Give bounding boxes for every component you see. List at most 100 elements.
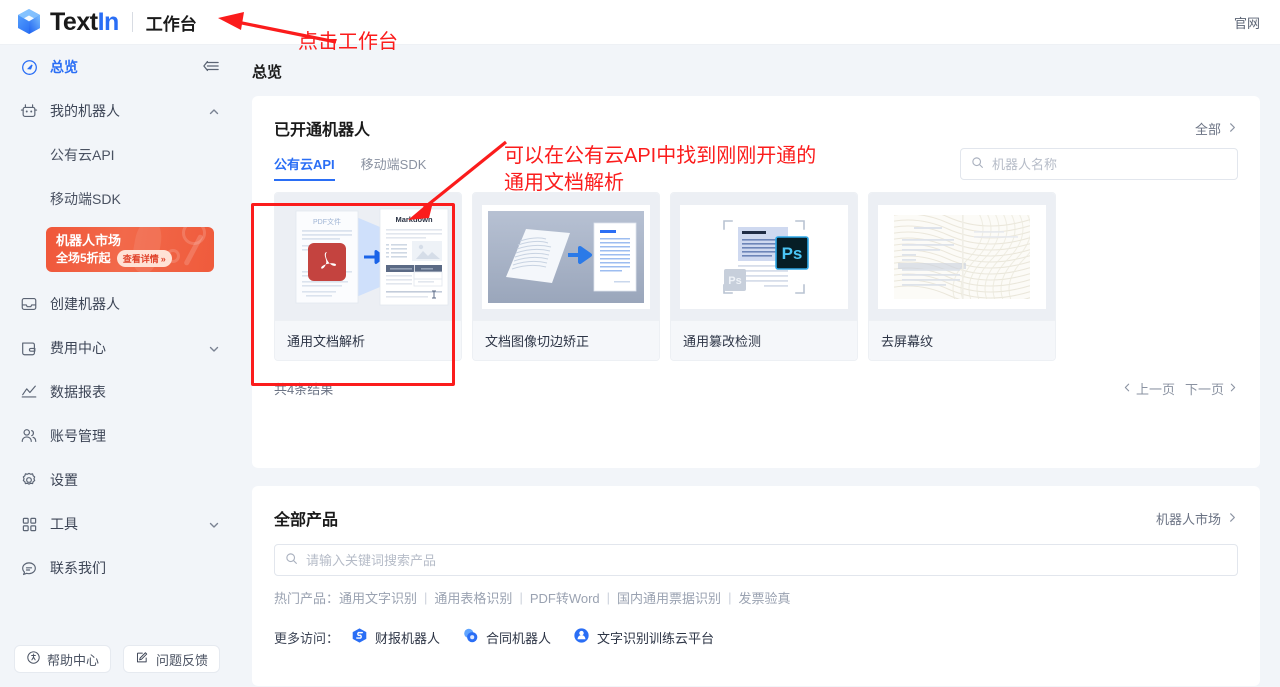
robot-card-tamper-detect[interactable]: Ps Ps 通用篡改检测 bbox=[670, 192, 858, 361]
sidebar-item-data-report[interactable]: 数据报表 bbox=[0, 370, 236, 414]
hot-products-row: 热门产品： 通用文字识别 | 通用表格识别 | PDF转Word | 国内通用票… bbox=[252, 576, 1260, 607]
sidebar-subitem-public-cloud-api[interactable]: 公有云API bbox=[0, 133, 236, 177]
sidebar-item-overview[interactable]: 总览 bbox=[0, 45, 236, 89]
sidebar-item-account-management[interactable]: 账号管理 bbox=[0, 414, 236, 458]
wallet-icon bbox=[20, 339, 38, 357]
sidebar-item-contact-us[interactable]: 联系我们 bbox=[0, 546, 236, 590]
robot-cards-list: PDF文件 Markdown 通用文档解析 文档图像切边矫正 Ps Ps 通用篡… bbox=[252, 181, 1260, 361]
finance-robot-icon bbox=[351, 627, 368, 647]
robot-card-label: 通用篡改检测 bbox=[671, 320, 857, 360]
gear-icon bbox=[20, 471, 38, 489]
promo-pill-label: 查看详情 bbox=[122, 254, 159, 264]
more-link-ocr-cloud-platform[interactable]: 文字识别训练云平台 bbox=[573, 627, 714, 647]
svg-text:Ps: Ps bbox=[728, 275, 741, 287]
sidebar-footer: 帮助中心 问题反馈 bbox=[0, 645, 236, 687]
more-link-label: 文字识别训练云平台 bbox=[597, 630, 715, 646]
prev-page-button[interactable]: 上一页 bbox=[1122, 379, 1175, 398]
robot-card-moire-removal[interactable]: 去屏幕纹 bbox=[868, 192, 1056, 361]
separator: | bbox=[728, 590, 732, 605]
sidebar-item-label: 我的机器人 bbox=[50, 103, 120, 119]
more-link-finance-robot[interactable]: 财报机器人 bbox=[351, 627, 440, 647]
chevron-right-icon bbox=[1227, 511, 1238, 526]
promo-line2: 全场5折起 bbox=[56, 251, 111, 265]
sidebar-item-billing-center[interactable]: 费用中心 bbox=[0, 326, 236, 370]
sidebar-subitem-mobile-sdk[interactable]: 移动端SDK bbox=[0, 177, 236, 221]
hot-product-link[interactable]: 通用文字识别 bbox=[339, 588, 417, 607]
promo-line1: 机器人市场 bbox=[56, 233, 122, 248]
more-link-label: 合同机器人 bbox=[486, 630, 552, 646]
brand-text-part2: In bbox=[97, 7, 120, 36]
robot-search-box[interactable] bbox=[960, 148, 1238, 180]
chevron-right-icon bbox=[1228, 381, 1238, 396]
moire-removal-thumb bbox=[869, 193, 1055, 320]
result-count: 共4条结果 bbox=[274, 382, 334, 397]
robot-market-label: 机器人市场 bbox=[1155, 511, 1221, 527]
search-icon bbox=[285, 552, 298, 568]
robot-card-label: 文档图像切边矫正 bbox=[473, 320, 659, 360]
sidebar-group-my-robots[interactable]: 我的机器人 bbox=[0, 89, 236, 133]
grid-icon bbox=[20, 515, 38, 533]
tab-public-cloud-api[interactable]: 公有云API bbox=[274, 154, 335, 181]
sidebar-item-tools[interactable]: 工具 bbox=[0, 502, 236, 546]
prev-page-label: 上一页 bbox=[1135, 382, 1175, 397]
sidebar: 总览 我的机器人 公有云API 移动端SDK 机器人市场 全场5折起 查看详情 … bbox=[0, 45, 236, 687]
robot-market-link[interactable]: 机器人市场 bbox=[1156, 509, 1238, 528]
chevron-up-icon bbox=[208, 105, 220, 117]
feedback-button[interactable]: 问题反馈 bbox=[123, 645, 221, 673]
product-search-box[interactable] bbox=[274, 544, 1238, 576]
all-products-panel: 全部产品 机器人市场 热门产品： 通用文字识别 | 通用表格识别 | PDF转W… bbox=[252, 486, 1260, 686]
hot-product-link[interactable]: 发票验真 bbox=[738, 588, 790, 607]
chevron-down-icon bbox=[208, 518, 220, 530]
promo-banner-robot-market[interactable]: 机器人市场 全场5折起 查看详情 » bbox=[46, 227, 214, 272]
main-content: 总览 已开通机器人 全部 公有云API 移动端SDK 机器人名称 PDF文件 M… bbox=[236, 45, 1280, 687]
divider bbox=[131, 12, 133, 32]
official-site-link[interactable]: 官网 bbox=[1234, 13, 1260, 32]
search-icon bbox=[971, 156, 984, 172]
more-visits-row: 更多访问： 财报机器人 合同机器人 文字识别训练云平台 bbox=[252, 607, 1260, 669]
hot-product-link[interactable]: 国内通用票据识别 bbox=[617, 588, 721, 607]
more-visits-label: 更多访问： bbox=[274, 630, 340, 646]
collapse-panel-icon[interactable] bbox=[202, 58, 220, 77]
inbox-icon bbox=[20, 295, 38, 313]
product-search-input[interactable] bbox=[306, 552, 1227, 568]
tab-mobile-sdk[interactable]: 移动端SDK bbox=[361, 154, 427, 181]
promo-detail-button[interactable]: 查看详情 » bbox=[116, 250, 172, 267]
view-all-link[interactable]: 全部 bbox=[1195, 119, 1238, 138]
robot-card-dewarp[interactable]: 文档图像切边矫正 bbox=[472, 192, 660, 361]
sidebar-item-label: 数据报表 bbox=[50, 384, 106, 400]
robot-card-document-parse[interactable]: PDF文件 Markdown 通用文档解析 bbox=[274, 192, 462, 361]
sidebar-item-label: 总览 bbox=[50, 59, 78, 75]
separator: | bbox=[424, 590, 428, 605]
next-page-button[interactable]: 下一页 bbox=[1185, 379, 1238, 398]
svg-text:PDF文件: PDF文件 bbox=[313, 217, 341, 226]
hot-product-link[interactable]: PDF转Word bbox=[530, 588, 600, 607]
more-link-label: 财报机器人 bbox=[375, 630, 441, 646]
page-title: 总览 bbox=[252, 64, 283, 81]
sidebar-subitem-label: 移动端SDK bbox=[50, 191, 121, 207]
chat-icon bbox=[20, 559, 38, 577]
more-link-contract-robot[interactable]: 合同机器人 bbox=[462, 627, 551, 647]
sidebar-item-create-robot[interactable]: 创建机器人 bbox=[0, 282, 236, 326]
hot-product-link[interactable]: 通用表格识别 bbox=[434, 588, 512, 607]
help-center-button[interactable]: 帮助中心 bbox=[14, 645, 112, 673]
robot-search-input[interactable] bbox=[992, 156, 1227, 172]
help-circle-icon bbox=[26, 650, 41, 668]
sidebar-item-label: 联系我们 bbox=[50, 560, 106, 576]
hot-products-label: 热门产品： bbox=[274, 591, 340, 606]
top-bar: TextIn 工作台 官网 bbox=[0, 0, 1280, 45]
sidebar-item-settings[interactable]: 设置 bbox=[0, 458, 236, 502]
workspace-title[interactable]: 工作台 bbox=[146, 10, 197, 35]
robot-icon bbox=[20, 102, 38, 120]
brand-logo[interactable]: TextIn bbox=[16, 8, 119, 37]
sidebar-item-label: 费用中心 bbox=[50, 340, 106, 356]
view-all-label: 全部 bbox=[1194, 121, 1221, 137]
brand-text: TextIn bbox=[50, 8, 119, 37]
panel-title: 已开通机器人 bbox=[274, 122, 371, 139]
chevron-down-icon bbox=[208, 342, 220, 354]
activated-robots-panel: 已开通机器人 全部 公有云API 移动端SDK 机器人名称 PDF文件 Mark… bbox=[252, 96, 1260, 468]
brand-text-part1: Text bbox=[50, 7, 98, 36]
contract-robot-icon bbox=[462, 627, 479, 647]
users-icon bbox=[20, 427, 38, 445]
panel-title: 全部产品 bbox=[274, 512, 339, 529]
sidebar-item-label: 工具 bbox=[50, 516, 78, 532]
